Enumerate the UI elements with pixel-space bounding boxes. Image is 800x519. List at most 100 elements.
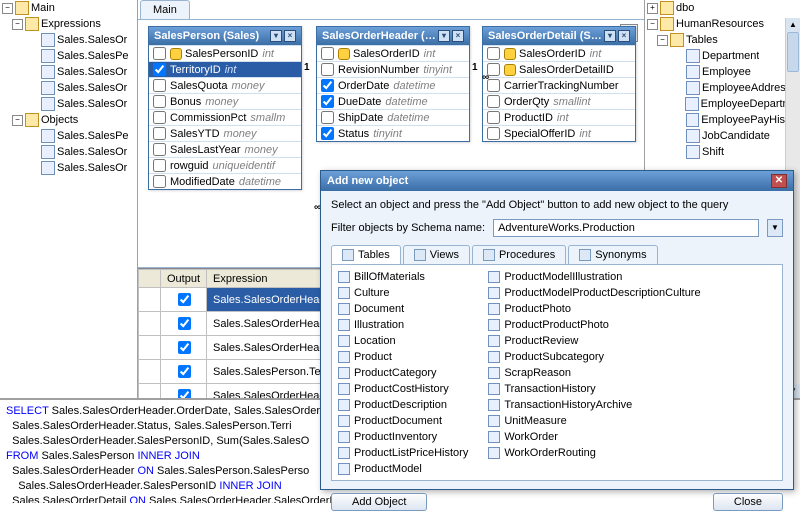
table-column[interactable]: CarrierTrackingNumber [483,77,635,93]
object-list-item[interactable]: BillOfMaterials [338,269,468,284]
tree-table-item[interactable]: EmployeeDepartment [645,96,800,112]
column-checkbox[interactable] [153,63,166,76]
object-list-item[interactable]: TransactionHistory [488,381,700,396]
output-checkbox[interactable] [178,317,191,330]
close-icon[interactable]: × [618,30,630,42]
dialog-tab-synonyms[interactable]: Synonyms [568,245,657,264]
column-checkbox[interactable] [153,143,166,156]
column-checkbox[interactable] [153,127,166,140]
object-list[interactable]: BillOfMaterialsCultureDocumentIllustrati… [331,265,783,481]
object-list-item[interactable]: ProductCategory [338,365,468,380]
dialog-titlebar[interactable]: Add new object ✕ [321,171,793,191]
object-list-item[interactable]: Location [338,333,468,348]
object-list-item[interactable]: ProductReview [488,333,700,348]
output-checkbox-cell[interactable] [161,312,207,336]
table-column[interactable]: SalesOrderIDint [317,45,469,61]
object-list-item[interactable]: ProductDocument [338,413,468,428]
row-handle[interactable] [139,312,161,336]
tree-table-item[interactable]: Department [645,48,800,64]
output-checkbox-cell[interactable] [161,288,207,312]
table-box-header[interactable]: SalesPerson (Sales)▾× [149,27,301,45]
table-column[interactable]: SalesOrderDetailID [483,61,635,77]
column-checkbox[interactable] [153,159,166,172]
object-list-item[interactable]: ProductListPriceHistory [338,445,468,460]
collapse-icon[interactable]: − [647,19,658,30]
dropdown-icon[interactable]: ▼ [767,219,783,237]
row-handle[interactable] [139,288,161,312]
object-list-item[interactable]: ProductDescription [338,397,468,412]
object-list-item[interactable]: ProductInventory [338,429,468,444]
output-checkbox[interactable] [178,389,191,398]
object-list-item[interactable]: ProductModelProductDescriptionCulture [488,285,700,300]
column-checkbox[interactable] [321,111,334,124]
output-checkbox[interactable] [178,341,191,354]
object-list-item[interactable]: ProductModelIllustration [488,269,700,284]
table-column[interactable]: TerritoryIDint [149,61,301,77]
object-list-item[interactable]: WorkOrder [488,429,700,444]
expand-icon[interactable]: + [647,3,658,14]
column-checkbox[interactable] [153,47,166,60]
tree-node-hr[interactable]: − HumanResources [645,16,800,32]
table-menu-icon[interactable]: ▾ [438,30,450,42]
table-column[interactable]: SalesQuotamoney [149,77,301,93]
tree-group[interactable]: −Expressions [0,16,137,32]
column-checkbox[interactable] [487,111,500,124]
object-list-item[interactable]: ProductCostHistory [338,381,468,396]
object-list-item[interactable]: ScrapReason [488,365,700,380]
tree-item[interactable]: Sales.SalesOr [0,64,137,80]
object-list-item[interactable]: ProductProductPhoto [488,317,700,332]
table-column[interactable]: SpecialOfferIDint [483,125,635,141]
object-list-item[interactable]: Document [338,301,468,316]
table-column[interactable]: SalesYTDmoney [149,125,301,141]
column-checkbox[interactable] [321,127,334,140]
add-object-button[interactable]: Add Object [331,493,427,511]
column-checkbox[interactable] [321,47,334,60]
object-list-item[interactable]: Culture [338,285,468,300]
grid-header-output[interactable]: Output [161,270,207,288]
table-column[interactable]: ProductIDint [483,109,635,125]
table-menu-icon[interactable]: ▾ [604,30,616,42]
table-box-header[interactable]: SalesOrderDetail (S…▾× [483,27,635,45]
tree-item[interactable]: Sales.SalesPe [0,48,137,64]
output-checkbox-cell[interactable] [161,336,207,360]
tree-node-tables[interactable]: − Tables [645,32,800,48]
tree-item[interactable]: Sales.SalesOr [0,160,137,176]
dialog-tab-procedures[interactable]: Procedures [472,245,566,264]
column-checkbox[interactable] [487,47,500,60]
close-icon[interactable]: × [452,30,464,42]
table-box[interactable]: SalesOrderHeader (…▾×SalesOrderIDintRevi… [316,26,470,142]
dialog-tab-views[interactable]: Views [403,245,470,264]
tree-item[interactable]: Sales.SalesOr [0,32,137,48]
close-button[interactable]: Close [713,493,783,511]
tree-table-item[interactable]: Employee [645,64,800,80]
column-checkbox[interactable] [153,79,166,92]
close-icon[interactable]: × [284,30,296,42]
dialog-tab-tables[interactable]: Tables [331,245,401,264]
table-column[interactable]: SalesPersonIDint [149,45,301,61]
tree-item[interactable]: Sales.SalesPe [0,128,137,144]
object-list-item[interactable]: Illustration [338,317,468,332]
column-checkbox[interactable] [153,111,166,124]
close-icon[interactable]: ✕ [771,174,787,188]
object-list-item[interactable]: UnitMeasure [488,413,700,428]
column-checkbox[interactable] [153,95,166,108]
tree-item[interactable]: Sales.SalesOr [0,144,137,160]
column-checkbox[interactable] [321,95,334,108]
output-checkbox-cell[interactable] [161,360,207,384]
tree-group[interactable]: −Objects [0,112,137,128]
tree-table-item[interactable]: EmployeePayHistory [645,112,800,128]
row-handle[interactable] [139,360,161,384]
table-column[interactable]: DueDatedatetime [317,93,469,109]
column-checkbox[interactable] [321,63,334,76]
row-handle[interactable] [139,384,161,399]
table-column[interactable]: rowguiduniqueidentif [149,157,301,173]
table-column[interactable]: OrderDatedatetime [317,77,469,93]
row-handle[interactable] [139,336,161,360]
tree-node-dbo[interactable]: + dbo [645,0,800,16]
object-list-item[interactable]: Product [338,349,468,364]
table-column[interactable]: ShipDatedatetime [317,109,469,125]
object-list-item[interactable]: WorkOrderRouting [488,445,700,460]
object-list-item[interactable]: ProductPhoto [488,301,700,316]
table-box[interactable]: SalesOrderDetail (S…▾×SalesOrderIDintSal… [482,26,636,142]
tree-table-item[interactable]: EmployeeAddress [645,80,800,96]
